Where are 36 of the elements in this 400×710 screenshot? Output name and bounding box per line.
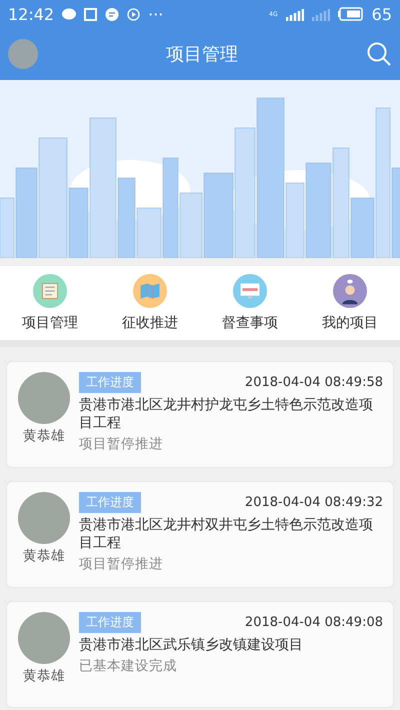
feed-card[interactable]: 黄恭雄 工作进度 2018-04-04 08:49:08 贵港市港北区武乐镇乡改镇建设项目 已基本建设完成: [6, 601, 394, 708]
avatar-photo: [18, 612, 70, 664]
timestamp: 2018-04-04 08:49:08: [244, 615, 383, 630]
project-title: 贵港市港北区武乐镇乡改镇建设项目: [79, 636, 304, 654]
timestamp: 2018-04-04 08:49:32: [244, 495, 383, 510]
signal-icon: [286, 7, 304, 21]
battery-icon: [338, 7, 364, 21]
author-name: 黄恭雄: [23, 667, 65, 685]
battery-level: 65: [372, 4, 392, 24]
more-dots: ···: [148, 4, 164, 24]
chat-icon: [62, 8, 76, 20]
menu-item[interactable]: 我的项目: [300, 274, 400, 332]
play-icon: [127, 8, 140, 20]
avatar-photo: [18, 492, 70, 544]
author-name: 黄恭雄: [23, 547, 65, 565]
message-icon: [105, 8, 120, 20]
timestamp: 2018-04-04 08:49:58: [244, 375, 383, 390]
signal-icon: [312, 7, 330, 21]
project-title: 贵港市港北区龙井村双井屯乡土特色示范改造项目工程: [79, 516, 374, 552]
category-tag: 工作进度: [79, 612, 141, 633]
project-status: 项目暂停推进: [79, 435, 164, 454]
project-status: 已基本建设完成: [79, 657, 178, 676]
clock-time: 12:42: [8, 4, 54, 24]
page-title: 项目管理: [165, 43, 239, 66]
project-title: 贵港市港北区龙井村护龙屯乡土特色示范改造项目工程: [79, 396, 374, 432]
category-tag: 工作进度: [79, 372, 141, 393]
project-status: 项目暂停推进: [79, 555, 164, 574]
menu-item[interactable]: 征收推进: [100, 274, 200, 332]
avatar-photo: [18, 372, 70, 424]
menu-item[interactable]: 督查事项: [200, 274, 300, 332]
menu-item[interactable]: 项目管理: [0, 274, 100, 332]
author-name: 黄恭雄: [23, 427, 65, 445]
feed-card[interactable]: 黄恭雄 工作进度 2018-04-04 08:49:58 贵港市港北区龙井村护龙屯乡土特色示范改造项目工程 项目暂停推进: [6, 361, 394, 468]
category-tag: 工作进度: [79, 492, 141, 513]
feed-card[interactable]: 黄恭雄 工作进度 2018-04-04 08:49:32 贵港市港北区龙井村双井屯乡土特色示范改造项目工程 项目暂停推进: [6, 481, 394, 588]
search-icon[interactable]: [366, 41, 392, 67]
